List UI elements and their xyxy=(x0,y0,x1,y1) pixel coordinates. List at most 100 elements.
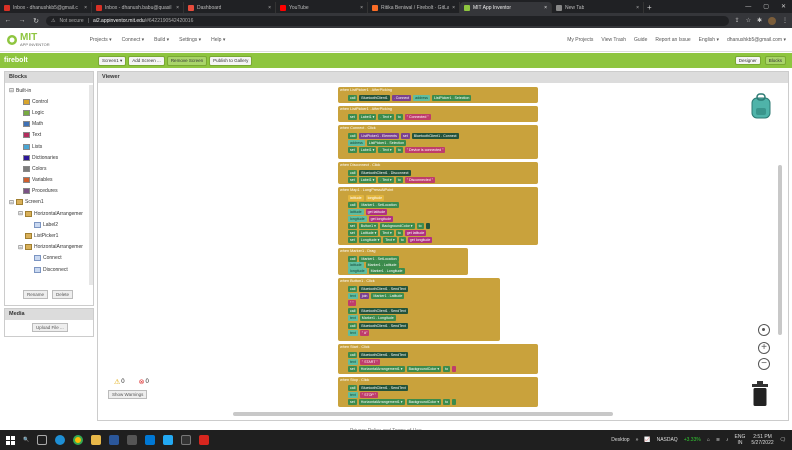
vscode-icon[interactable] xyxy=(163,435,174,445)
block-field[interactable]: Label1 ▾ xyxy=(358,147,377,154)
desktop-label[interactable]: Desktop xyxy=(611,437,629,443)
search-icon[interactable]: 🔍 xyxy=(23,437,29,443)
block-statement[interactable]: call ListPicker1 . Elements set BluetoothCl… xyxy=(348,132,459,139)
builtin-drawer-math[interactable]: Math xyxy=(9,119,89,130)
browser-tab[interactable]: Dashboard × xyxy=(184,2,276,13)
builtin-drawer-text[interactable]: Text xyxy=(9,130,89,141)
zoom-in-icon[interactable]: + xyxy=(758,342,770,354)
windows-start-icon[interactable] xyxy=(6,435,15,445)
block-statement[interactable]: call BluetoothClient1 . SendText xyxy=(348,322,408,329)
block-field[interactable]: text xyxy=(348,358,358,365)
block-field[interactable]: to xyxy=(395,147,403,154)
block-field[interactable]: text xyxy=(348,329,358,336)
builtin-drawer-lists[interactable]: Lists xyxy=(9,141,89,152)
header-link[interactable]: Guide xyxy=(634,37,647,43)
menu-item[interactable]: Settings ▾ xyxy=(179,37,201,43)
block-field[interactable]: get longitude xyxy=(368,215,394,222)
block-field[interactable]: address xyxy=(348,139,365,146)
block-field[interactable]: set xyxy=(348,147,357,154)
block-field[interactable]: call xyxy=(348,285,358,292)
component-item[interactable]: Label2 xyxy=(9,219,89,230)
show-warnings-button[interactable]: Show Warnings xyxy=(108,390,148,399)
tab-close-icon[interactable]: × xyxy=(636,5,639,11)
notifications-icon[interactable]: 🗨 xyxy=(780,437,786,443)
blocks-workspace[interactable]: when ListPicker1 . AfterPicking call Bluet… xyxy=(99,84,788,420)
block-field[interactable]: . Text ▾ xyxy=(378,176,394,183)
block-field[interactable]: " Disconnected " xyxy=(404,176,436,183)
block-field[interactable]: set xyxy=(348,366,357,373)
block-statement[interactable]: text " START " xyxy=(348,358,380,365)
event-block[interactable]: when Start . Click call BluetoothClient1 .… xyxy=(338,344,538,374)
event-block[interactable]: when Map1 . LongPressAtPoint latitude long… xyxy=(338,187,538,245)
view-button-designer[interactable]: Designer xyxy=(734,56,761,65)
browser-tab[interactable]: Ritika Beniwal / Firebolt · GitLab × xyxy=(368,2,460,13)
block-field[interactable]: BackgroundColor ▾ xyxy=(406,399,442,406)
tab-close-icon[interactable]: × xyxy=(452,5,455,11)
block-field[interactable]: Label1 ▾ xyxy=(358,113,377,120)
block-field[interactable]: BluetoothClient1 . Connect xyxy=(411,132,459,139)
header-link[interactable]: English ▾ xyxy=(699,37,719,43)
block-statement[interactable]: set HorizontalArrangement1 ▾ BackgroundCol… xyxy=(348,399,457,406)
tab-close-icon[interactable]: × xyxy=(268,5,271,11)
volume-icon[interactable]: ♪ xyxy=(726,437,729,443)
header-link[interactable]: My Projects xyxy=(567,37,593,43)
terminal-icon[interactable] xyxy=(181,435,192,445)
block-field[interactable]: Marker1 . Latitude xyxy=(371,292,405,299)
block-field[interactable]: latitude xyxy=(348,194,364,201)
block-field[interactable]: BluetoothClient1 . SendText xyxy=(359,384,408,391)
tree-toggle-icon[interactable]: ⊟ xyxy=(18,210,23,217)
tree-toggle-icon[interactable]: ⊟ xyxy=(9,199,14,206)
block-field[interactable]: get latitude xyxy=(365,208,388,215)
browser-tab[interactable]: Inbox - dhanush.babu@quasil × xyxy=(92,2,184,13)
builtin-drawer-colors[interactable]: Colors xyxy=(9,163,89,174)
block-statement[interactable]: set Button1 ▾ BackgroundColor ▾ to xyxy=(348,223,430,230)
event-block[interactable]: when Button1 . Click call BluetoothClient1… xyxy=(338,278,500,341)
block-field[interactable]: to xyxy=(395,113,403,120)
block-field[interactable]: call xyxy=(348,351,358,358)
block-field[interactable]: text xyxy=(348,292,358,299)
component-item[interactable]: ⊟ Screen1 xyxy=(9,197,89,208)
maximize-icon[interactable]: ▢ xyxy=(763,3,769,10)
block-field[interactable]: to xyxy=(416,223,424,230)
builtin-drawer-procedures[interactable]: Procedures xyxy=(9,186,89,197)
builtin-drawer-control[interactable]: Control xyxy=(9,96,89,107)
block-field[interactable]: " #" xyxy=(359,329,370,336)
block-statement[interactable]: call Marker1 . SetLocation xyxy=(348,201,399,208)
browser-tab[interactable]: YouTube × xyxy=(276,2,368,13)
block-field[interactable]: call xyxy=(348,132,358,139)
block-statement[interactable]: call BluetoothClient1 . SendText xyxy=(348,285,408,292)
new-tab-icon[interactable]: + xyxy=(647,2,652,13)
block-field[interactable]: set xyxy=(348,223,357,230)
block-statement[interactable]: call BluetoothClient1. Connect address List… xyxy=(348,94,472,101)
builtin-drawer-logic[interactable]: Logic xyxy=(9,107,89,118)
language-indicator[interactable]: ENG IN xyxy=(735,434,746,446)
block-field[interactable]: Longitude ▾ xyxy=(358,237,382,244)
browser-tab[interactable]: Inbox - dhanushkb5@gmail.c × xyxy=(0,2,92,13)
block-field[interactable]: Text ▾ xyxy=(383,237,397,244)
block-field[interactable]: join xyxy=(359,292,370,299)
block-statement[interactable]: longitude Marker1 . Longitude xyxy=(348,268,405,275)
block-field[interactable]: BluetoothClient1 . SendText xyxy=(359,307,408,314)
block-statement[interactable]: longitude get longitude xyxy=(348,215,394,222)
block-field[interactable]: to xyxy=(395,176,403,183)
app-inventor-logo[interactable]: MIT APP INVENTOR xyxy=(6,32,50,47)
tree-toggle-icon[interactable]: ⊟ xyxy=(18,244,23,251)
back-icon[interactable]: ← xyxy=(4,17,12,24)
upload-file-button[interactable]: Upload File ... xyxy=(32,323,68,332)
block-field[interactable]: BluetoothClient1 . SendText xyxy=(359,285,408,292)
block-statement[interactable]: set HorizontalArrangement1 ▾ BackgroundCol… xyxy=(348,366,457,373)
event-block[interactable]: when ListPicker1 . AfterPicking call Bluet… xyxy=(338,87,538,103)
header-link[interactable]: dhanushkb5@gmail.com ▾ xyxy=(727,37,786,43)
block-field[interactable]: BluetoothClient1 xyxy=(359,94,390,101)
event-block[interactable]: when Stop . Click call BluetoothClient1 . … xyxy=(338,377,538,407)
block-field[interactable]: call xyxy=(348,384,358,391)
block-statement[interactable]: set Label1 ▾. Text ▾ to " Device is connect… xyxy=(348,147,446,154)
tab-close-icon[interactable]: × xyxy=(360,5,363,11)
tab-close-icon[interactable]: × xyxy=(84,5,87,11)
collapse-toggle-icon[interactable]: ⊟ xyxy=(9,87,14,94)
block-statement[interactable]: call BluetoothClient1 . Disconnect xyxy=(348,169,411,176)
block-field[interactable]: get latitude xyxy=(404,230,427,237)
workspace-vertical-scrollbar[interactable] xyxy=(778,165,782,335)
forward-icon[interactable]: → xyxy=(18,17,26,24)
event-block[interactable]: when ListPicker1 . AfterPicking set Label1… xyxy=(338,106,538,122)
